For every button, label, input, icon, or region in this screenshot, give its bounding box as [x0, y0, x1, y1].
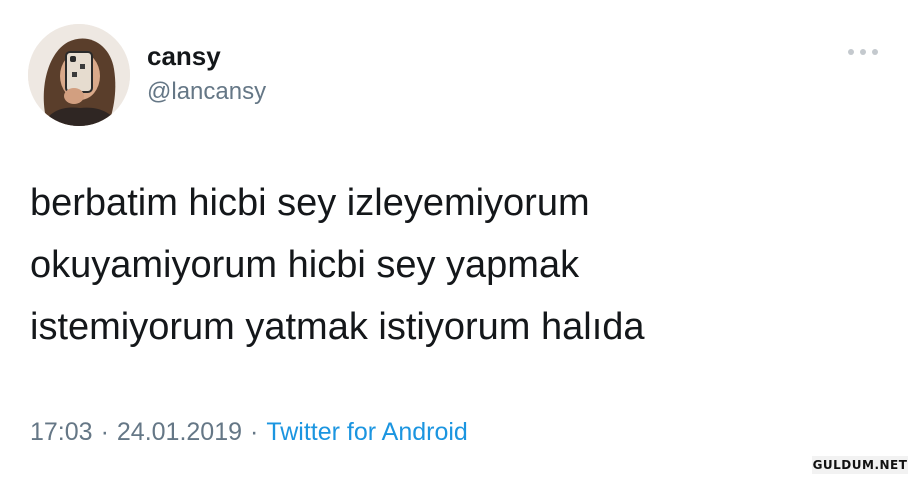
more-options-button[interactable]	[843, 40, 883, 64]
tweet-date[interactable]: 24.01.2019	[117, 418, 242, 446]
tweet-source-link[interactable]: Twitter for Android	[266, 418, 467, 446]
tweet-meta: 17:03 · 24.01.2019 · Twitter for Android	[30, 418, 468, 447]
tweet-time[interactable]: 17:03	[30, 418, 93, 446]
tweet-card: cansy @lancansy berbatim hicbi sey izley…	[0, 0, 913, 478]
user-handle[interactable]: @lancansy	[147, 78, 266, 106]
avatar[interactable]	[28, 24, 130, 126]
display-name[interactable]: cansy	[147, 41, 221, 72]
tweet-text-line: istemiyorum yatmak istiyorum halıda	[30, 306, 645, 348]
meta-separator: ·	[250, 418, 259, 446]
tweet-text: berbatim hicbi sey izleyemiyorum okuyami…	[30, 172, 870, 358]
meta-separator: ·	[100, 418, 109, 446]
more-horizontal-icon	[848, 49, 878, 55]
tweet-text-line: berbatim hicbi sey izleyemiyorum	[30, 182, 590, 224]
watermark-logo: GULDUM.NET	[812, 456, 908, 474]
avatar-photo-icon	[28, 24, 130, 126]
tweet-text-line: okuyamiyorum hicbi sey yapmak	[30, 244, 580, 286]
